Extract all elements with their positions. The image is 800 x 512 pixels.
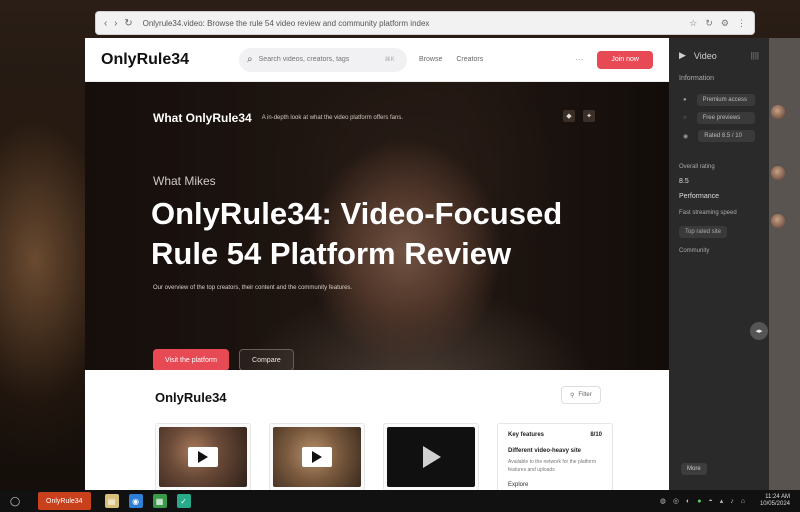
network-icon[interactable]: ⌂: [741, 498, 745, 505]
more-menu-icon[interactable]: ⋮: [737, 18, 746, 29]
taskbar: ◯ OnlyRule34 ▤ ◉ ▦ ✓ ◍ ◎ ◐ ● ◓ ▴ ♪ ⌂ 11:…: [0, 490, 800, 512]
info-card: Key features 8/10 Different video-heavy …: [497, 423, 613, 490]
bookmark-icon[interactable]: ☆: [689, 18, 697, 29]
play-icon[interactable]: [188, 447, 218, 467]
side-panel-row-label: Premium access: [696, 94, 755, 106]
hero-tagline: A in-depth look at what the video platfo…: [261, 115, 403, 121]
settings-icon[interactable]: ⚙: [721, 18, 729, 29]
join-button[interactable]: Join now: [597, 50, 653, 69]
tray-status-icon[interactable]: ●: [697, 498, 701, 505]
filter-icon: ⚲: [570, 392, 575, 399]
side-panel-header-label: Video: [693, 50, 717, 61]
extra-line: Community: [679, 248, 710, 254]
bullet-icon: ○: [683, 115, 687, 121]
performance-line: Fast streaming speed: [679, 210, 737, 216]
avatar[interactable]: [771, 105, 785, 119]
spreadsheet-icon[interactable]: ▦: [152, 494, 167, 508]
play-icon[interactable]: [423, 446, 441, 468]
search-shortcut-hint: ⌘K: [384, 57, 395, 63]
rating-label: Overall rating: [679, 164, 715, 170]
clock-date: 10/05/2024: [759, 501, 790, 507]
side-panel-row[interactable]: ◉ Rated 8.5 / 10: [683, 130, 755, 142]
play-icon[interactable]: [302, 447, 332, 467]
tray-icon[interactable]: ◍: [660, 497, 666, 505]
carousel-toggle-icon[interactable]: ◂▸: [750, 322, 768, 340]
overflow-menu-icon[interactable]: ⋯: [575, 55, 583, 64]
info-card-link[interactable]: Explore: [508, 482, 602, 488]
hero-banner: What OnlyRule34 A in-depth look at what …: [85, 82, 669, 370]
browser-address-bar: ‹ › ↻ Onlyrule34.video: Browse the rule …: [95, 11, 755, 35]
refresh-icon[interactable]: ↻: [705, 18, 713, 29]
bars-icon[interactable]: ||||: [751, 51, 759, 60]
search-icon: ⌕: [247, 54, 253, 65]
avatar-strip: [769, 38, 800, 490]
rating-value: 8.5: [679, 178, 689, 185]
avatar[interactable]: [771, 214, 785, 228]
filter-button[interactable]: ⚲ Filter: [561, 386, 601, 404]
search-input[interactable]: [258, 56, 379, 63]
hero-title-line-1: OnlyRule34: Video-Focused: [151, 196, 563, 231]
tray-icon[interactable]: ◎: [673, 497, 679, 505]
sparkle-icon[interactable]: ✦: [583, 110, 595, 122]
more-button[interactable]: More: [681, 463, 707, 475]
start-icon[interactable]: ◯: [10, 496, 24, 507]
side-panel-row[interactable]: ○ Free previews: [683, 112, 755, 124]
clock-time: 11:24 AM: [765, 494, 790, 500]
address-url[interactable]: Onlyrule34.video: Browse the rule 54 vid…: [143, 19, 682, 28]
video-card-3[interactable]: [383, 423, 479, 490]
info-card-description: Available to the network for the platfor…: [508, 459, 597, 473]
side-panel: ▶ Video |||| Information ● Premium acces…: [669, 38, 769, 490]
content-section: OnlyRule34 ⚲ Filter Key features 8/10 Di…: [85, 370, 669, 490]
compare-button[interactable]: Compare: [239, 349, 294, 370]
hero-title-line-2: Rule 54 Platform Review: [151, 236, 512, 271]
site-logo[interactable]: OnlyRule34: [101, 51, 189, 69]
side-panel-row-label: Rated 8.5 / 10: [698, 130, 755, 142]
filter-label: Filter: [578, 392, 592, 398]
bullet-icon: ●: [683, 97, 687, 103]
system-tray: ◍ ◎ ◐ ● ◓ ▴ ♪ ⌂ 11:24 AM 10/05/2024: [660, 494, 790, 508]
nav-link-browse[interactable]: Browse: [419, 56, 442, 63]
file-explorer-icon[interactable]: ▤: [104, 494, 119, 508]
tasks-icon[interactable]: ✓: [176, 494, 191, 508]
browser-nav-buttons[interactable]: ‹ › ↻: [104, 18, 135, 29]
site-header: OnlyRule34 ⌕ ⌘K Browse Creators ⋯ Join n…: [85, 38, 669, 82]
hero-subtitle: Our overview of the top creators, their …: [153, 285, 353, 291]
website-page: OnlyRule34 ⌕ ⌘K Browse Creators ⋯ Join n…: [85, 38, 669, 490]
side-panel-row[interactable]: ● Premium access: [683, 94, 755, 106]
visit-platform-button[interactable]: Visit the platform: [153, 349, 230, 370]
bullet-icon: ◉: [683, 133, 689, 140]
info-card-headline: Different video-heavy site: [508, 448, 582, 454]
hero-kicker: What Mikes: [153, 174, 216, 188]
search-box[interactable]: ⌕ ⌘K: [239, 47, 408, 72]
avatar[interactable]: [771, 166, 785, 180]
side-panel-rating: Overall rating 8.5 Performance Fast stre…: [669, 164, 769, 254]
performance-label: Performance: [679, 193, 720, 200]
taskbar-active-app[interactable]: OnlyRule34: [38, 492, 91, 510]
side-panel-row-label: Free previews: [696, 112, 755, 124]
diamond-icon[interactable]: ◆: [563, 110, 575, 122]
tray-icon[interactable]: ◓: [708, 498, 712, 505]
clock[interactable]: 11:24 AM 10/05/2024: [760, 494, 790, 508]
status-badge: Top rated site: [679, 226, 728, 238]
volume-icon[interactable]: ♪: [730, 498, 734, 505]
browser-icon[interactable]: ◉: [128, 494, 143, 508]
tray-icon[interactable]: ◐: [686, 498, 690, 505]
side-panel-title: Information: [679, 75, 715, 82]
video-icon: ▶: [679, 50, 686, 60]
hero-title: OnlyRule34: Video-Focused Rule 54 Platfo…: [151, 194, 631, 274]
info-card-heading: Key features: [508, 432, 545, 438]
hero-brand: What OnlyRule34: [153, 111, 252, 125]
info-card-score: 8/10: [590, 432, 602, 438]
video-card-1[interactable]: [155, 423, 251, 490]
nav-link-creators[interactable]: Creators: [456, 56, 483, 63]
video-card-2[interactable]: [269, 423, 365, 490]
chevron-up-icon[interactable]: ▴: [720, 497, 724, 505]
